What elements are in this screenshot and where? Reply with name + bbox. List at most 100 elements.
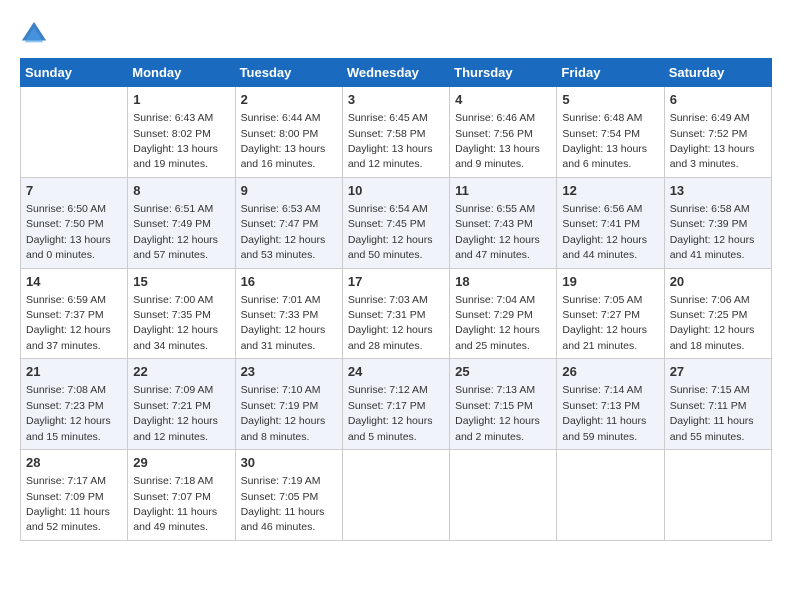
calendar-cell: 2 Sunrise: 6:44 AM Sunset: 8:00 PM Daylight… [235,87,342,178]
sunset-info: Sunset: 7:52 PM [670,128,748,140]
day-number: 14 [26,273,122,291]
calendar-cell: 23Sunrise: 7:10 AMSunset: 7:19 PMDayligh… [235,359,342,450]
sunset-info: Sunset: 7:47 PM [241,218,319,230]
sunset-info: Sunset: 7:56 PM [455,128,533,140]
day-number: 1 [133,91,229,109]
day-number: 29 [133,454,229,472]
day-number: 6 [670,91,766,109]
calendar-cell: 10Sunrise: 6:54 AMSunset: 7:45 PMDayligh… [342,177,449,268]
sunrise-info: Sunrise: 6:55 AM [455,203,535,215]
day-number: 12 [562,182,658,200]
calendar-week-row: 14Sunrise: 6:59 AMSunset: 7:37 PMDayligh… [21,268,772,359]
sunset-info: Sunset: 7:13 PM [562,400,640,412]
calendar-cell: 19Sunrise: 7:05 AMSunset: 7:27 PMDayligh… [557,268,664,359]
calendar-cell [450,450,557,541]
daylight-info: Daylight: 13 hours and 16 minutes. [241,143,326,170]
day-number: 17 [348,273,444,291]
daylight-info: Daylight: 12 hours and 18 minutes. [670,324,755,351]
sunrise-info: Sunrise: 6:59 AM [26,294,106,306]
calendar-cell: 1Sunrise: 6:43 AMSunset: 8:02 PMDaylight… [128,87,235,178]
sunrise-info: Sunrise: 6:48 AM [562,112,642,124]
daylight-info: Daylight: 12 hours and 8 minutes. [241,415,326,442]
sunrise-info: Sunrise: 7:01 AM [241,294,321,306]
daylight-info: Daylight: 12 hours and 25 minutes. [455,324,540,351]
daylight-info: Daylight: 11 hours and 55 minutes. [670,415,754,442]
sunset-info: Sunset: 7:41 PM [562,218,640,230]
sunrise-info: Sunrise: 7:15 AM [670,384,750,396]
calendar-cell: 20Sunrise: 7:06 AMSunset: 7:25 PMDayligh… [664,268,771,359]
sunset-info: Sunset: 8:00 PM [241,128,319,140]
daylight-info: Daylight: 12 hours and 50 minutes. [348,234,433,261]
sunrise-info: Sunrise: 6:46 AM [455,112,535,124]
sunset-info: Sunset: 7:43 PM [455,218,533,230]
sunrise-info: Sunrise: 7:19 AM [241,475,321,487]
sunrise-info: Sunrise: 6:54 AM [348,203,428,215]
calendar-week-row: 21Sunrise: 7:08 AMSunset: 7:23 PMDayligh… [21,359,772,450]
calendar-cell: 14Sunrise: 6:59 AMSunset: 7:37 PMDayligh… [21,268,128,359]
day-number: 24 [348,363,444,381]
sunset-info: Sunset: 7:05 PM [241,491,319,503]
calendar-week-row: 1 Sunrise: 6:43 AM Sunset: 8:02 PM Daylight… [21,87,772,178]
sunrise-info: Sunrise: 6:44 AM [241,112,321,124]
calendar-cell: 5 Sunrise: 6:48 AM Sunset: 7:54 PM Daylight… [557,87,664,178]
sunrise-info: Sunrise: 7:14 AM [562,384,642,396]
day-number: 7 [26,182,122,200]
sunrise-info: Sunrise: 7:08 AM [26,384,106,396]
calendar-cell: 28Sunrise: 7:17 AMSunset: 7:09 PMDayligh… [21,450,128,541]
daylight-info: Daylight: 13 hours and 6 minutes. [562,143,647,170]
sunset-info: Sunset: 8:02 PM [133,128,211,140]
logo-icon [20,20,48,48]
day-number: 27 [670,363,766,381]
sunrise-info: Sunrise: 6:43 AM [133,112,213,124]
calendar-header-row: SundayMondayTuesdayWednesdayThursdayFrid… [21,59,772,87]
calendar-cell: 9Sunrise: 6:53 AMSunset: 7:47 PMDaylight… [235,177,342,268]
daylight-info: Daylight: 13 hours and 0 minutes. [26,234,111,261]
sunset-info: Sunset: 7:31 PM [348,309,426,321]
sunrise-info: Sunrise: 7:10 AM [241,384,321,396]
calendar-cell: 22Sunrise: 7:09 AMSunset: 7:21 PMDayligh… [128,359,235,450]
day-number: 26 [562,363,658,381]
day-number: 9 [241,182,337,200]
sunrise-info: Sunrise: 7:09 AM [133,384,213,396]
logo [20,20,52,48]
daylight-info: Daylight: 13 hours and 12 minutes. [348,143,433,170]
sunset-info: Sunset: 7:58 PM [348,128,426,140]
calendar-cell [21,87,128,178]
sunset-info: Sunset: 7:50 PM [26,218,104,230]
calendar-cell: 18Sunrise: 7:04 AMSunset: 7:29 PMDayligh… [450,268,557,359]
column-header-monday: Monday [128,59,235,87]
day-number: 2 [241,91,337,109]
calendar-cell: 6 Sunrise: 6:49 AM Sunset: 7:52 PM Daylight… [664,87,771,178]
sunset-info: Sunset: 7:29 PM [455,309,533,321]
column-header-friday: Friday [557,59,664,87]
sunrise-info: Sunrise: 6:58 AM [670,203,750,215]
sunrise-info: Sunrise: 7:13 AM [455,384,535,396]
day-number: 13 [670,182,766,200]
sunset-info: Sunset: 7:19 PM [241,400,319,412]
sunset-info: Sunset: 7:39 PM [670,218,748,230]
day-number: 25 [455,363,551,381]
day-number: 8 [133,182,229,200]
day-number: 28 [26,454,122,472]
day-number: 5 [562,91,658,109]
calendar-cell: 7Sunrise: 6:50 AMSunset: 7:50 PMDaylight… [21,177,128,268]
calendar-cell: 11Sunrise: 6:55 AMSunset: 7:43 PMDayligh… [450,177,557,268]
calendar-cell: 26Sunrise: 7:14 AMSunset: 7:13 PMDayligh… [557,359,664,450]
day-number: 15 [133,273,229,291]
daylight-info: Daylight: 12 hours and 47 minutes. [455,234,540,261]
sunrise-info: Sunrise: 7:00 AM [133,294,213,306]
calendar-cell: 21Sunrise: 7:08 AMSunset: 7:23 PMDayligh… [21,359,128,450]
calendar-table: SundayMondayTuesdayWednesdayThursdayFrid… [20,58,772,541]
sunrise-info: Sunrise: 6:49 AM [670,112,750,124]
sunrise-info: Sunrise: 7:03 AM [348,294,428,306]
daylight-info: Daylight: 12 hours and 5 minutes. [348,415,433,442]
sunset-info: Sunset: 7:54 PM [562,128,640,140]
calendar-week-row: 7Sunrise: 6:50 AMSunset: 7:50 PMDaylight… [21,177,772,268]
sunrise-info: Sunrise: 7:12 AM [348,384,428,396]
calendar-cell: 30Sunrise: 7:19 AMSunset: 7:05 PMDayligh… [235,450,342,541]
day-number: 3 [348,91,444,109]
daylight-info: Daylight: 13 hours and 3 minutes. [670,143,755,170]
calendar-cell: 16Sunrise: 7:01 AMSunset: 7:33 PMDayligh… [235,268,342,359]
daylight-info: Daylight: 12 hours and 28 minutes. [348,324,433,351]
sunset-info: Sunset: 7:21 PM [133,400,211,412]
